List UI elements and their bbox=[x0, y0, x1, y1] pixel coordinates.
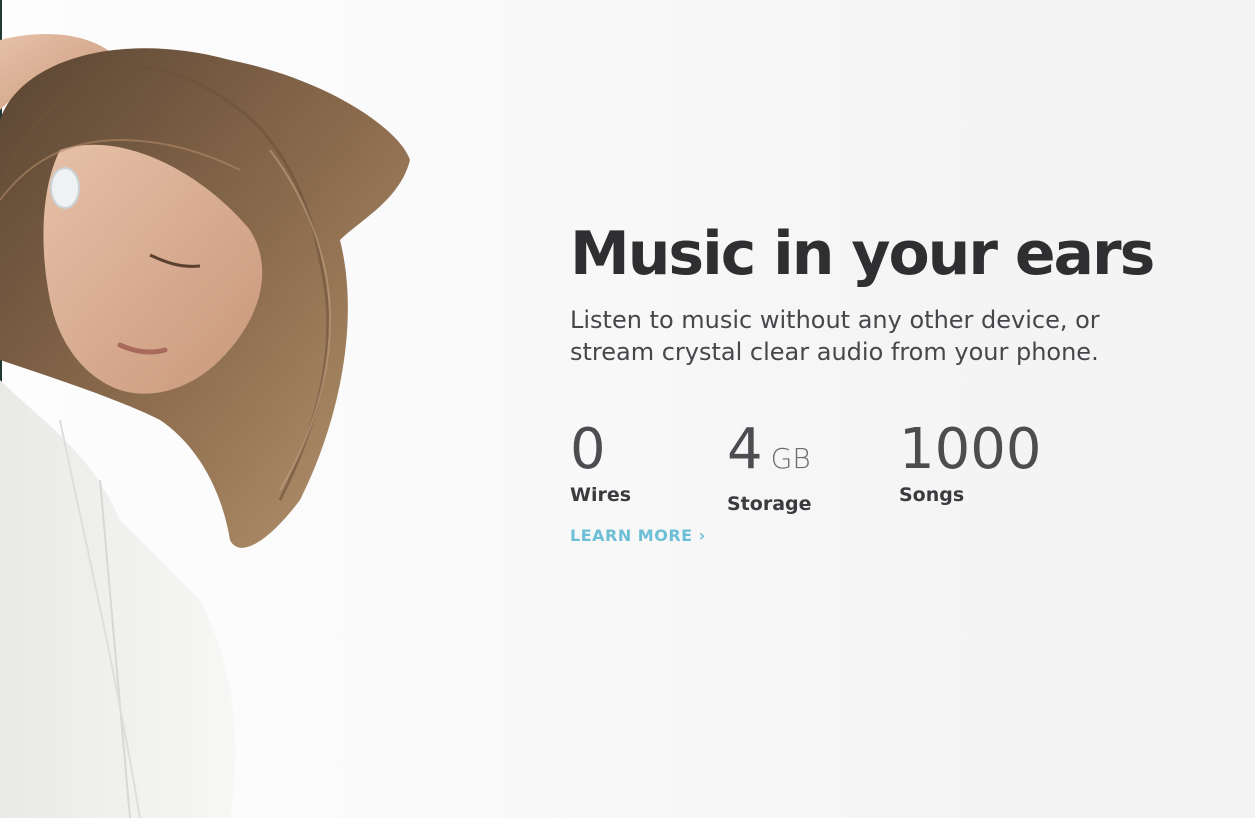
stat-wires: 0 Wires bbox=[570, 420, 632, 507]
chevron-right-icon: › bbox=[698, 526, 706, 545]
hero-section: Music in your ears Listen to music witho… bbox=[0, 0, 1255, 818]
stat-unit: GB bbox=[770, 442, 811, 475]
page-title: Music in your ears bbox=[570, 219, 1155, 289]
stats-row: 0 Wires 4 GB Storage 1000 Songs bbox=[570, 420, 1190, 516]
stat-label: Storage bbox=[727, 493, 812, 515]
learn-more-label: LEARN MORE bbox=[570, 526, 693, 545]
woman-with-earbud-photo bbox=[0, 34, 410, 818]
hero-subtitle: Listen to music without any other device… bbox=[570, 306, 1100, 366]
hero-content: Music in your ears Listen to music witho… bbox=[570, 218, 1190, 546]
stat-label: Songs bbox=[899, 484, 965, 506]
stat-storage: 4 GB Storage bbox=[727, 420, 812, 516]
learn-more-link[interactable]: LEARN MORE › bbox=[570, 526, 706, 545]
stat-number: 0 bbox=[570, 417, 606, 482]
stat-value: 1000 bbox=[899, 420, 1042, 480]
stat-number: 1000 bbox=[899, 417, 1042, 482]
stat-value: 0 bbox=[570, 420, 631, 480]
stat-number: 4 bbox=[727, 417, 763, 482]
stat-label: Wires bbox=[570, 484, 632, 506]
stat-value: 4 GB bbox=[727, 420, 812, 489]
stat-songs: 1000 Songs bbox=[899, 420, 1042, 507]
